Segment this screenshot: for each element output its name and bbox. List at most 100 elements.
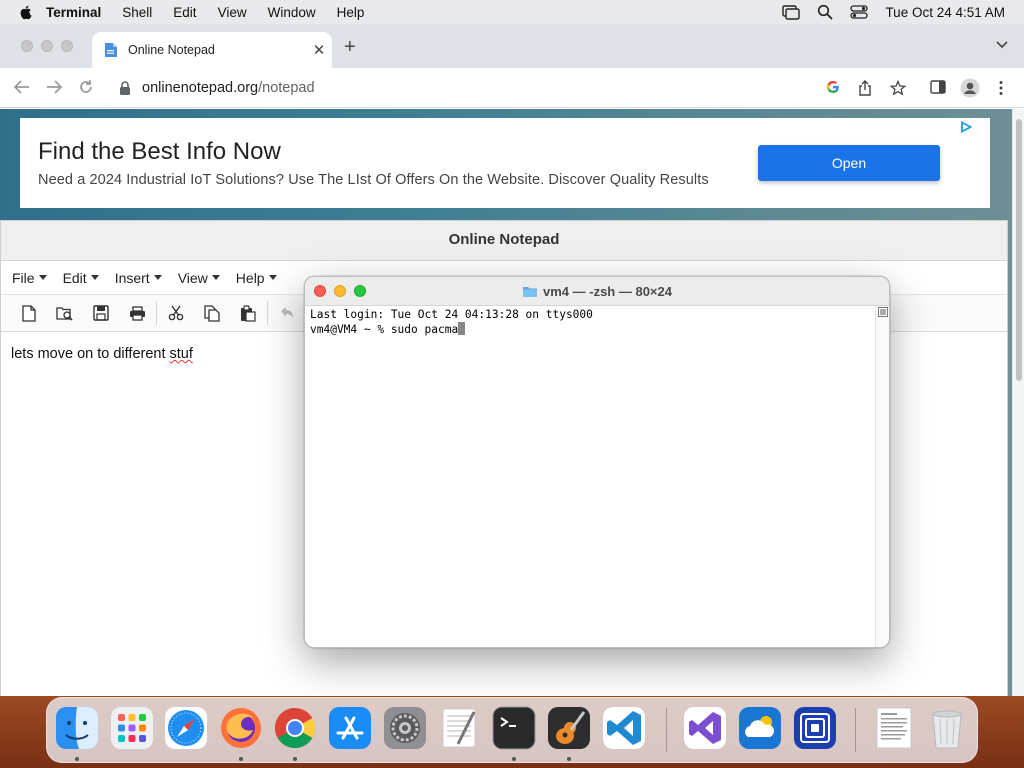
finder-icon[interactable] — [55, 706, 99, 750]
menu-view[interactable]: View — [218, 5, 247, 20]
lock-icon[interactable] — [119, 81, 131, 95]
notepad-menu-insert[interactable]: Insert — [115, 270, 162, 286]
forward-arrow-icon[interactable] — [45, 79, 63, 95]
undo-button[interactable] — [269, 298, 305, 328]
menu-clock[interactable]: Tue Oct 24 4:51 AM — [885, 5, 1005, 20]
ad-open-button[interactable]: Open — [758, 145, 940, 181]
firefox-icon[interactable] — [219, 706, 263, 750]
menu-shell[interactable]: Shell — [122, 5, 152, 20]
share-icon[interactable] — [858, 80, 872, 96]
notepad-menu-insert-label: Insert — [114, 269, 150, 286]
terminal-close-button[interactable] — [314, 285, 326, 297]
split-pane-icon[interactable] — [878, 307, 888, 317]
google-lens-icon[interactable] — [826, 80, 840, 94]
browser-zoom-button[interactable] — [61, 40, 73, 52]
tab-online-notepad[interactable]: Online Notepad ✕ — [92, 32, 332, 68]
cut-button[interactable] — [158, 298, 194, 328]
control-center-icon[interactable] — [850, 4, 869, 20]
textedit-icon[interactable] — [438, 706, 482, 750]
open-document-button[interactable] — [47, 298, 83, 328]
notepad-menu-file-label: File — [12, 269, 35, 286]
new-tab-button[interactable]: + — [344, 37, 356, 57]
caret-down-icon — [153, 275, 162, 280]
vscode-icon[interactable] — [602, 706, 646, 750]
terminal-line: Last login: Tue Oct 24 04:13:28 on ttys0… — [310, 308, 593, 321]
tab-search-chevron-icon[interactable] — [996, 41, 1008, 49]
reload-icon[interactable] — [78, 79, 94, 95]
menu-help[interactable]: Help — [337, 5, 365, 20]
system-settings-icon[interactable] — [383, 706, 427, 750]
remote-desktop-icon[interactable] — [793, 706, 837, 750]
document-favicon-icon — [105, 43, 117, 57]
terminal-scrollbar[interactable] — [875, 306, 889, 647]
back-arrow-icon[interactable] — [13, 79, 31, 95]
terminal-zoom-button[interactable] — [354, 285, 366, 297]
garageband-icon[interactable] — [547, 706, 591, 750]
menu-bar: Terminal Shell Edit View Window Help Tue… — [0, 0, 1024, 24]
folder-icon — [523, 286, 537, 297]
dock-separator — [855, 708, 856, 752]
print-button[interactable] — [119, 298, 155, 328]
terminal-titlebar[interactable]: vm4 — -zsh — 80×24 — [305, 277, 889, 306]
adchoices-icon[interactable] — [960, 121, 972, 133]
running-indicator — [75, 757, 79, 761]
terminal-icon[interactable] — [492, 706, 536, 750]
document-icon[interactable] — [872, 706, 916, 750]
browser-menu-icon[interactable] — [999, 80, 1003, 96]
tab-strip: Online Notepad ✕ + — [0, 24, 1024, 68]
notepad-menu-edit-label: Edit — [62, 269, 87, 286]
caret-down-icon — [268, 275, 277, 280]
copy-button[interactable] — [194, 298, 230, 328]
spotlight-search-icon[interactable] — [817, 4, 833, 20]
bookmark-star-icon[interactable] — [890, 80, 906, 96]
launchpad-icon[interactable] — [110, 706, 154, 750]
terminal-output[interactable]: Last login: Tue Oct 24 04:13:28 on ttys0… — [305, 306, 875, 647]
browser-close-button[interactable] — [21, 40, 33, 52]
tab-close-icon[interactable]: ✕ — [306, 41, 332, 59]
page-scrollbar-thumb[interactable] — [1016, 119, 1022, 381]
apple-icon[interactable] — [18, 4, 34, 20]
chrome-icon[interactable] — [273, 706, 317, 750]
terminal-prompt-line: vm4@VM4 ~ % sudo pacma — [310, 322, 870, 337]
side-panel-icon[interactable] — [930, 80, 946, 94]
notepad-title: Online Notepad — [1, 221, 1007, 261]
copy-icon — [204, 304, 220, 322]
ad-headline[interactable]: Find the Best Info Now — [38, 138, 281, 166]
text-cursor — [458, 322, 466, 335]
visual-studio-icon[interactable] — [683, 706, 727, 750]
terminal-window[interactable]: vm4 — -zsh — 80×24 Last login: Tue Oct 2… — [304, 276, 890, 648]
notepad-menu-help-label: Help — [235, 269, 265, 286]
running-indicator — [293, 757, 297, 761]
caret-down-icon — [90, 275, 99, 280]
menu-app-name[interactable]: Terminal — [46, 5, 101, 20]
caret-down-icon — [211, 275, 220, 280]
notepad-menu-edit[interactable]: Edit — [63, 270, 99, 286]
url-text[interactable]: onlinenotepad.org/notepad — [142, 80, 315, 96]
menu-window[interactable]: Window — [268, 5, 316, 20]
profile-avatar-icon[interactable] — [960, 78, 980, 98]
running-indicator — [239, 757, 243, 761]
safari-icon[interactable] — [164, 706, 208, 750]
ad-description[interactable]: Need a 2024 Industrial IoT Solutions? Us… — [38, 172, 709, 188]
terminal-minimize-button[interactable] — [334, 285, 346, 297]
browser-window-controls — [21, 40, 73, 52]
open-document-icon — [56, 306, 73, 321]
screen-mirroring-icon[interactable] — [782, 4, 801, 20]
paste-button[interactable] — [230, 298, 266, 328]
notepad-menu-view[interactable]: View — [178, 270, 220, 286]
app-store-icon[interactable] — [328, 706, 372, 750]
notepad-menu-file[interactable]: File — [12, 270, 47, 286]
undo-icon — [281, 307, 293, 318]
address-bar[interactable]: onlinenotepad.org/notepad — [106, 73, 918, 103]
save-button[interactable] — [83, 298, 119, 328]
toolbar-separator — [267, 301, 268, 325]
trash-icon[interactable] — [925, 706, 969, 750]
page-scrollbar[interactable] — [1012, 109, 1024, 696]
notepad-menu-help[interactable]: Help — [236, 270, 277, 286]
new-document-button[interactable] — [11, 298, 47, 328]
cloud-app-icon[interactable] — [738, 706, 782, 750]
caret-down-icon — [38, 275, 47, 280]
menu-edit[interactable]: Edit — [173, 5, 196, 20]
browser-minimize-button[interactable] — [41, 40, 53, 52]
ad-banner[interactable]: Find the Best Info Now Need a 2024 Indus… — [20, 118, 990, 208]
